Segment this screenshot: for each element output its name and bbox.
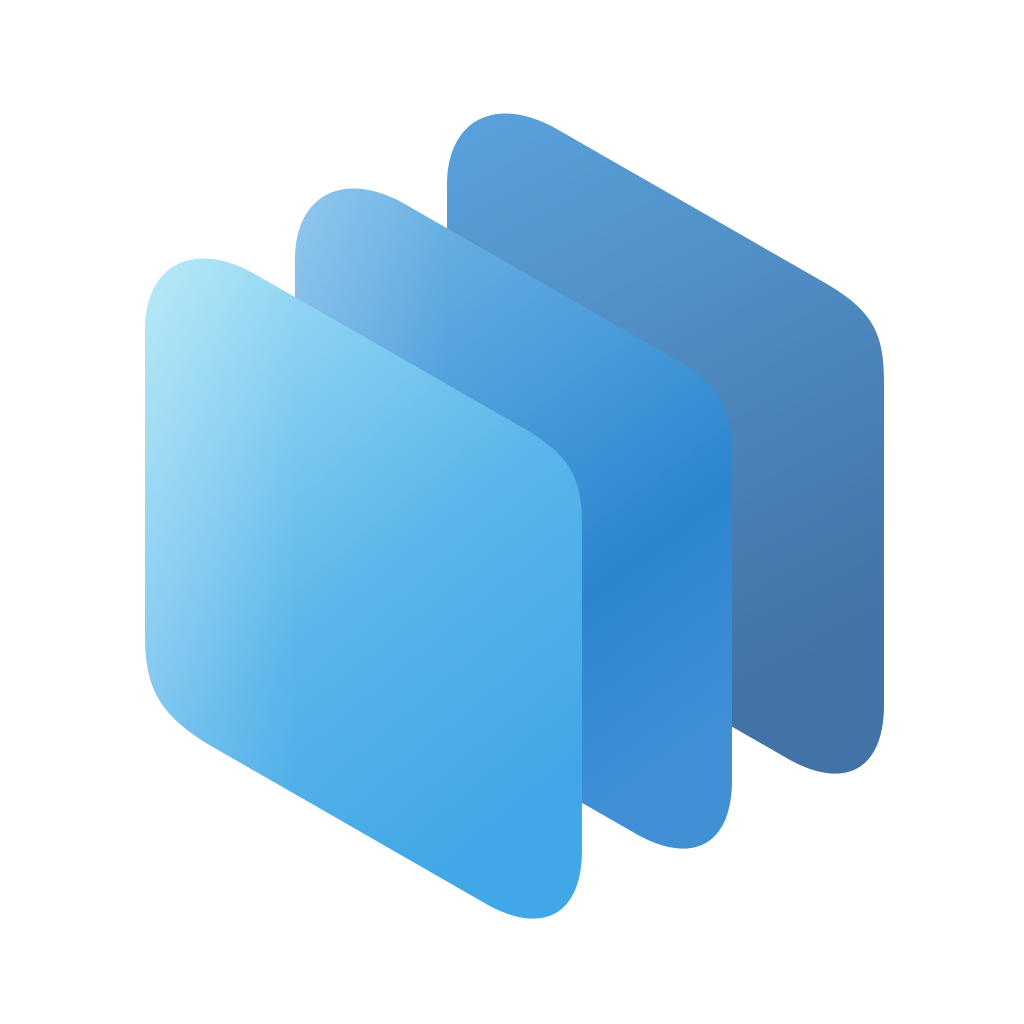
logo-canvas	[0, 0, 1024, 1024]
stacked-layers-icon	[145, 113, 884, 919]
